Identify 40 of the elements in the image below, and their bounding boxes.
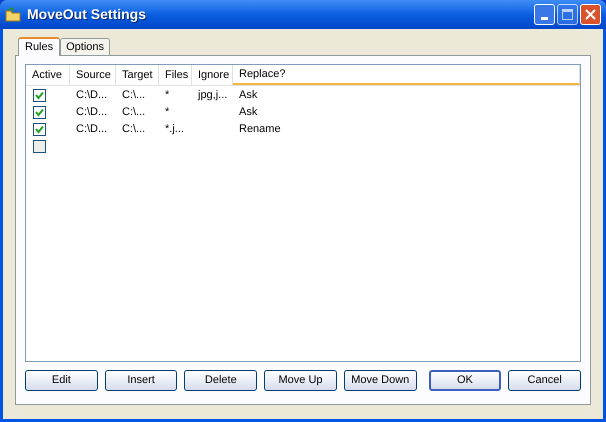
dialog-button[interactable]: Insert (104, 370, 178, 391)
window-title: MoveOut Settings (27, 5, 146, 24)
minimize-button[interactable] (534, 4, 555, 25)
close-icon (585, 9, 596, 20)
tab[interactable]: Rules (18, 37, 60, 56)
minimize-icon (541, 17, 548, 20)
column-header[interactable]: Replace? (233, 65, 580, 85)
dialog-button[interactable]: Move Down (344, 370, 417, 391)
table-cell: C:\D... (76, 106, 108, 118)
table-cell: Ask (239, 89, 258, 102)
checkbox[interactable] (33, 89, 46, 102)
table-cell: *.j... (165, 123, 184, 136)
table-cell: C:\D... (76, 89, 108, 102)
table-cell: * (165, 106, 170, 118)
dialog-button[interactable]: Cancel (508, 370, 582, 391)
dialog-button[interactable]: Edit (25, 370, 98, 391)
table-cell: Rename (239, 123, 281, 136)
checkbox[interactable] (33, 140, 46, 153)
table-cell: C:\... (122, 89, 146, 102)
checkbox[interactable] (33, 106, 46, 119)
table-cell: jpg,j... (198, 89, 228, 102)
maximize-icon (562, 9, 573, 20)
tab[interactable]: Options (60, 38, 110, 55)
table-cell: C:\D... (76, 123, 108, 136)
table-cell: * (165, 89, 170, 102)
dialog-button[interactable]: Delete (184, 370, 258, 391)
maximize-button[interactable] (557, 4, 578, 25)
dialog-button[interactable]: OK (428, 370, 502, 391)
column-header[interactable]: Target (116, 65, 159, 85)
dialog-button[interactable]: Move Up (264, 370, 337, 391)
table-cell: C:\... (122, 106, 146, 118)
table-cell: C:\... (122, 123, 146, 136)
table-cell: Ask (239, 106, 258, 118)
column-header[interactable]: Active (26, 65, 70, 85)
close-button[interactable] (580, 4, 601, 25)
checkbox[interactable] (33, 123, 46, 136)
column-header[interactable]: Files (159, 65, 192, 85)
folder-icon (5, 6, 21, 22)
column-header[interactable]: Source (70, 65, 116, 85)
column-header[interactable]: Ignore (192, 65, 233, 85)
